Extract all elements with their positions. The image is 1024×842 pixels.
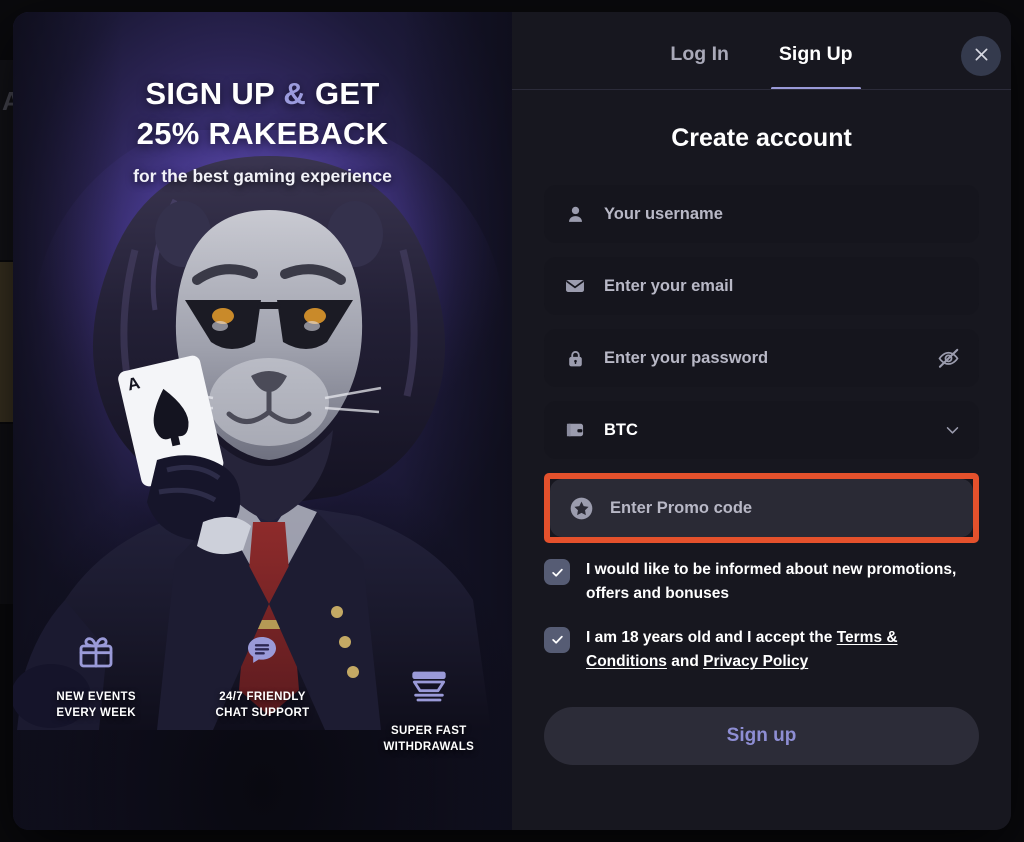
feature-label-line1: SUPER FAST — [390, 724, 467, 737]
feature-label-line2: EVERY WEEK — [56, 707, 136, 720]
privacy-policy-link[interactable]: Privacy Policy — [703, 653, 808, 670]
consent-checkboxes: I would like to be informed about new pr… — [544, 557, 979, 675]
signup-submit-button[interactable]: Sign up — [544, 706, 979, 765]
feature-label-line1: 24/7 FRIENDLY — [219, 690, 306, 703]
feature-label: 24/7 FRIENDLY CHAT SUPPORT — [215, 689, 309, 722]
auth-tabs: Log In Sign Up — [512, 12, 1011, 90]
promo-features: NEW EVENTS EVERY WEEK 24/7 FRIENDLY CHAT… — [13, 629, 512, 756]
feature-label: SUPER FAST WITHDRAWALS — [382, 723, 476, 756]
promo-code-highlight-wrapper: Enter Promo code — [544, 473, 979, 543]
terms-checkbox[interactable] — [544, 626, 570, 653]
eye-off-icon[interactable] — [936, 346, 961, 371]
feature-label-line2: WITHDRAWALS — [383, 741, 475, 754]
newsletter-checkbox[interactable] — [544, 559, 570, 585]
currency-select[interactable]: BTC — [544, 401, 979, 459]
tabs-divider — [512, 89, 1011, 90]
feature-new-events: NEW EVENTS EVERY WEEK — [49, 629, 143, 756]
lock-icon — [562, 348, 588, 369]
chat-bubble-icon — [215, 629, 309, 673]
feature-label-line1: NEW EVENTS — [56, 690, 136, 703]
terms-consent-text: I am 18 years old and I accept the Terms… — [586, 625, 979, 675]
star-badge-icon — [568, 496, 594, 521]
feature-label-line2: CHAT SUPPORT — [215, 707, 310, 720]
newsletter-consent-text: I would like to be informed about new pr… — [586, 561, 957, 603]
envelope-icon — [562, 275, 588, 297]
promo-subtitle: for the best gaming experience — [133, 166, 392, 187]
tab-signup[interactable]: Sign Up — [770, 34, 861, 90]
page-title: Create account — [671, 124, 852, 152]
withdrawal-icon — [382, 663, 476, 707]
wallet-icon — [562, 419, 588, 441]
promo-panel: SIGN UP & GET 25% RAKEBACK for the best … — [13, 12, 512, 830]
username-field[interactable]: Your username — [544, 185, 979, 243]
password-placeholder: Enter your password — [604, 348, 769, 367]
currency-value: BTC — [604, 420, 638, 439]
signup-modal: SIGN UP & GET 25% RAKEBACK for the best … — [13, 12, 1011, 830]
signup-form-panel: Log In Sign Up Create account Your usern… — [512, 12, 1011, 830]
consent-terms-row: I am 18 years old and I accept the Terms… — [544, 625, 979, 675]
promo-headline-part-b: GET — [306, 76, 380, 111]
email-field[interactable]: Enter your email — [544, 257, 979, 315]
promo-headline-part-a: SIGN UP — [145, 76, 284, 111]
user-icon — [562, 204, 588, 225]
promo-headline-line1: SIGN UP & GET — [13, 74, 512, 114]
tab-login[interactable]: Log In — [662, 34, 736, 90]
consent-newsletter-row: I would like to be informed about new pr… — [544, 557, 979, 607]
chevron-down-icon[interactable] — [944, 422, 961, 439]
close-icon — [972, 45, 991, 67]
close-button[interactable] — [961, 36, 1001, 76]
password-field[interactable]: Enter your password — [544, 329, 979, 387]
feature-fast-withdrawals: SUPER FAST WITHDRAWALS — [382, 663, 476, 756]
promo-headline-ampersand: & — [283, 76, 307, 111]
gift-icon — [49, 629, 143, 673]
terms-consent-middle: and — [666, 653, 704, 671]
promo-code-placeholder: Enter Promo code — [610, 498, 753, 517]
feature-chat-support: 24/7 FRIENDLY CHAT SUPPORT — [215, 629, 309, 756]
terms-consent-prefix: I am 18 years old and I accept the — [586, 628, 837, 646]
promo-heading: SIGN UP & GET 25% RAKEBACK for the best … — [13, 12, 512, 187]
promo-code-field[interactable]: Enter Promo code — [550, 479, 973, 537]
feature-label: NEW EVENTS EVERY WEEK — [49, 689, 143, 722]
form-fields: Your username Enter your email Enter you… — [544, 185, 979, 543]
username-placeholder: Your username — [604, 204, 723, 223]
email-placeholder: Enter your email — [604, 276, 734, 295]
promo-headline-line2: 25% RAKEBACK — [136, 115, 389, 151]
